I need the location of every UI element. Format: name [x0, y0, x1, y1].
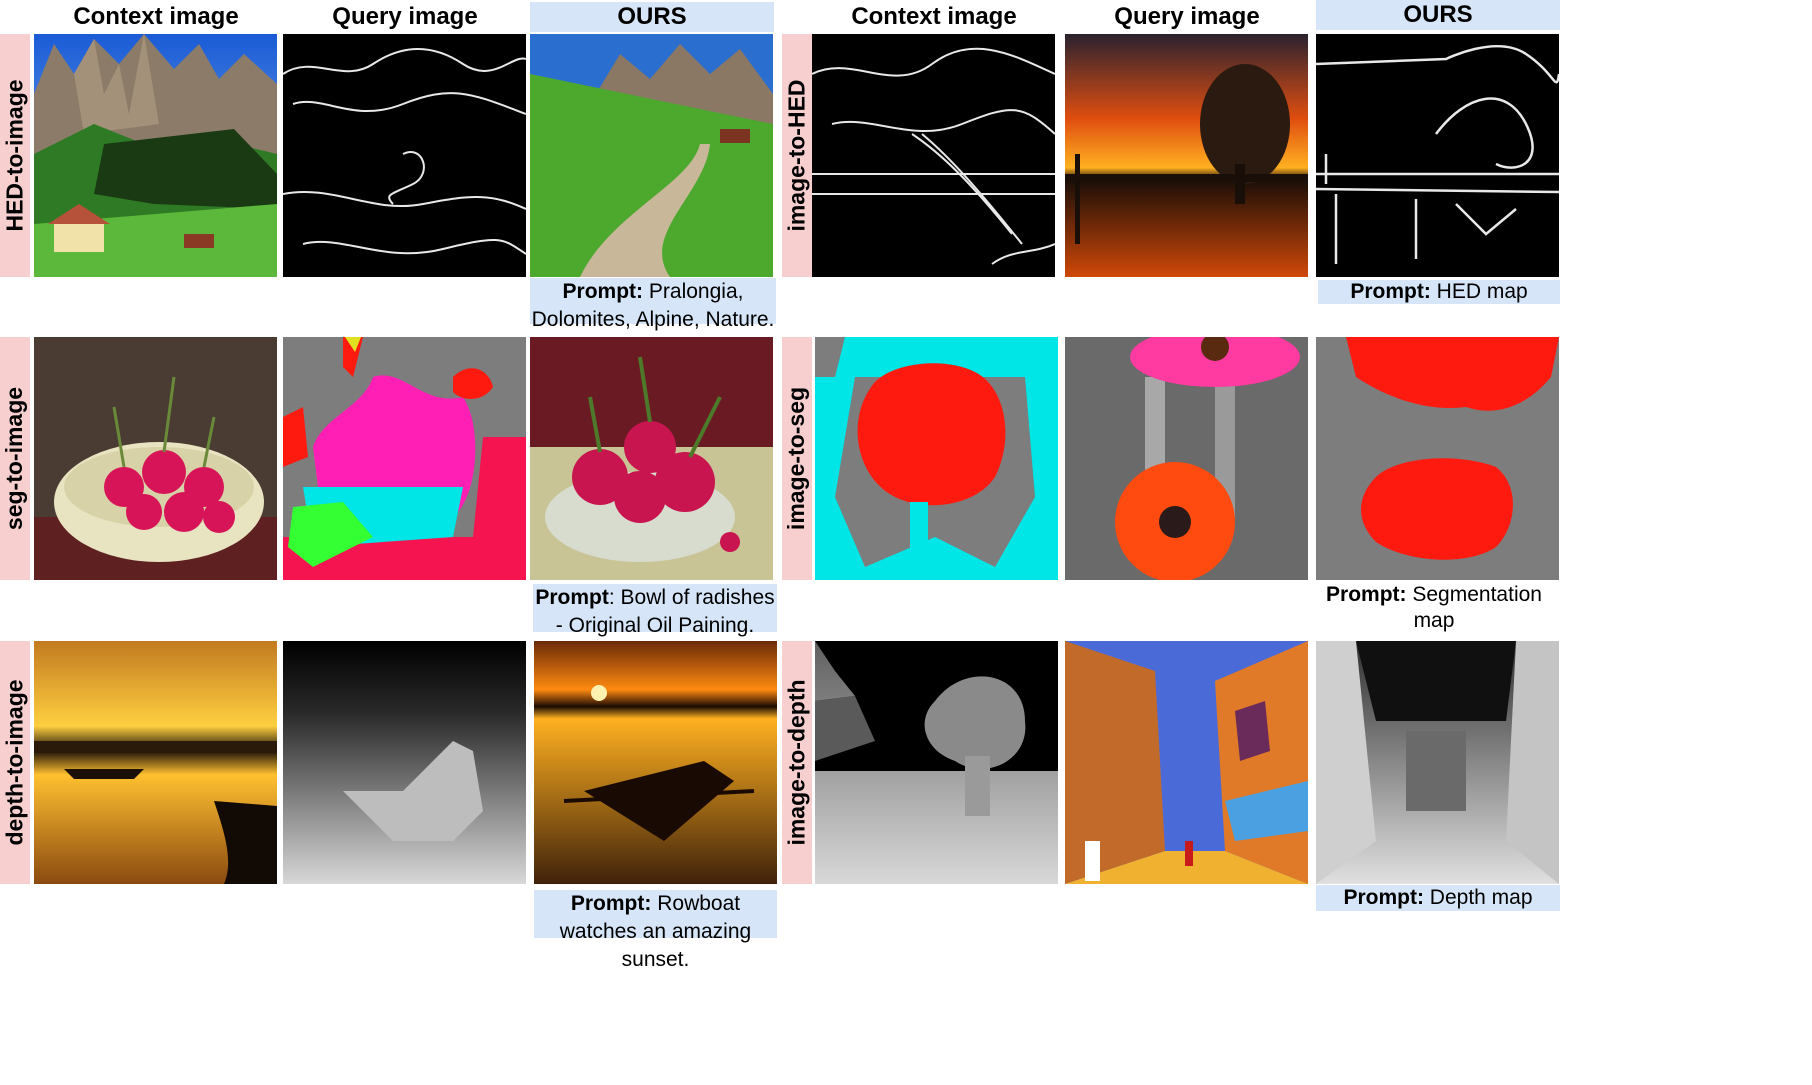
prompt-seg-to-image: Prompt: Bowl of radishes - Original Oil …	[533, 584, 777, 637]
ours-alpine-path-image	[530, 34, 773, 277]
context-hed-edges-lake-image	[812, 34, 1055, 277]
header-context-left: Context image	[73, 3, 239, 30]
context-seg-flower-image	[815, 337, 1058, 580]
prompt-image-to-hed: Prompt: HED map	[1318, 280, 1560, 304]
ours-depth-map-image	[1316, 641, 1559, 884]
task-label-hed-to-image: HED-to-image	[0, 34, 30, 277]
query-sunset-lake-tree-image	[1065, 34, 1308, 277]
header-query-right: Query image	[1114, 3, 1260, 30]
query-hed-edges-meadow-image	[283, 34, 526, 277]
ours-radish-bowl-image	[530, 337, 773, 580]
query-seg-radish-image	[283, 337, 526, 580]
ours-hed-map-image	[1316, 34, 1559, 277]
context-depth-tree-image	[815, 641, 1058, 884]
context-alpine-meadow-image	[34, 34, 277, 277]
ours-rowboat-sunset-image	[534, 641, 777, 884]
prompt-hed-to-image: Prompt: Pralongia, Dolomites, Alpine, Na…	[530, 278, 776, 331]
header-context-right: Context image	[851, 3, 1017, 30]
task-label-image-to-depth: image-to-depth	[782, 641, 812, 884]
header-ours-right: OURS	[1316, 0, 1560, 30]
query-street-painting-image	[1065, 641, 1308, 884]
prompt-image-to-seg: Prompt: Segmentation map	[1326, 583, 1542, 632]
header-query-left: Query image	[332, 3, 478, 30]
prompt-depth-to-image: Prompt: Rowboat watches an amazing sunse…	[534, 890, 777, 971]
task-label-image-to-seg: image-to-seg	[782, 337, 812, 580]
context-radish-painting-image	[34, 337, 277, 580]
task-label-seg-to-image: seg-to-image	[0, 337, 30, 580]
task-label-image-to-hed: image-to-HED	[782, 34, 812, 277]
context-sunset-rowboat-image	[34, 641, 277, 884]
header-ours-left: OURS	[530, 2, 774, 32]
task-label-depth-to-image: depth-to-image	[0, 641, 30, 884]
prompt-image-to-depth: Prompt: Depth map	[1316, 885, 1560, 911]
query-depth-rowboat-image	[283, 641, 526, 884]
ours-seg-map-image	[1316, 337, 1559, 580]
query-gerbera-flowers-image	[1065, 337, 1308, 580]
